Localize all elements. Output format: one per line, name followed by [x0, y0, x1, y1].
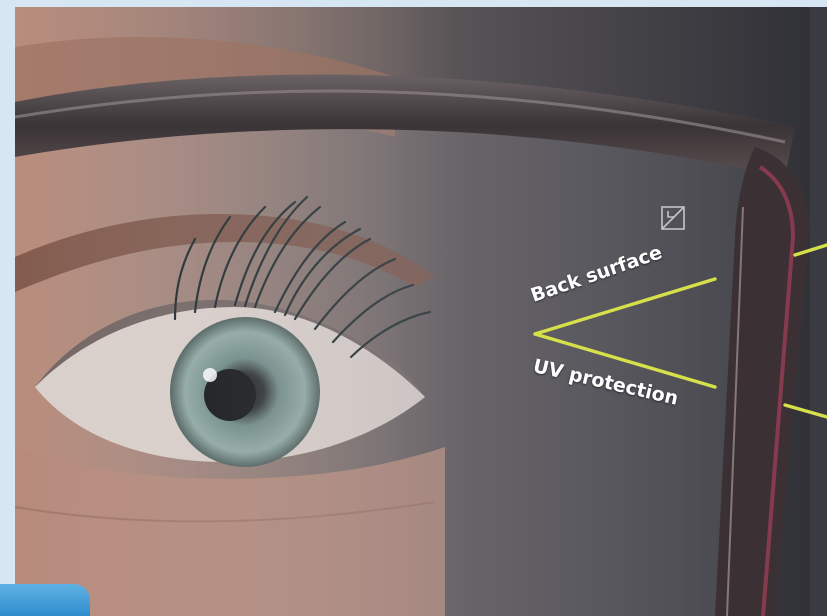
eyeglass-photo	[15, 7, 827, 616]
image-frame: Back surface UV protection	[0, 0, 827, 616]
corner-tab	[0, 584, 90, 616]
